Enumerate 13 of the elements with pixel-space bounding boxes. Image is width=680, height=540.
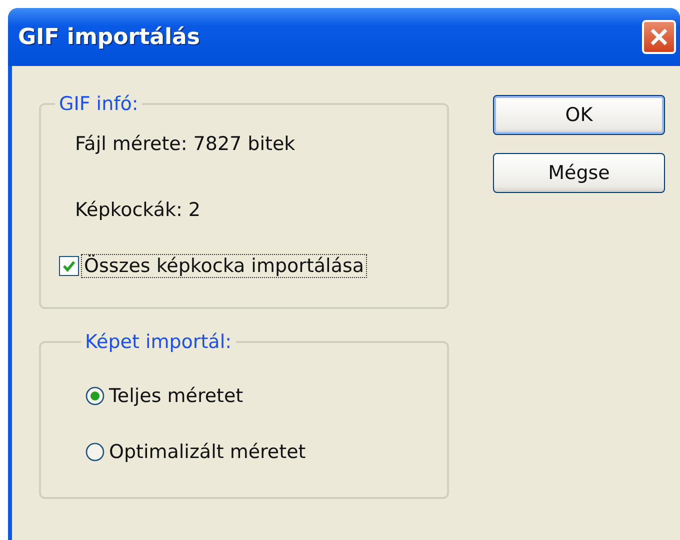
ok-button[interactable]: OK bbox=[493, 95, 665, 135]
size-radio-button[interactable]: Optimalizált méretet bbox=[85, 441, 306, 463]
frame-count-label: Képkockák: 2 bbox=[75, 199, 202, 221]
size-radio-button[interactable]: Teljes méretet bbox=[85, 385, 244, 407]
close-button[interactable] bbox=[642, 20, 676, 54]
file-size-label: Fájl mérete: 7827 bitek bbox=[75, 133, 296, 155]
cancel-button[interactable]: Mégse bbox=[493, 153, 665, 193]
window-title: GIF importálás bbox=[18, 24, 200, 50]
group-title: GIF infó: bbox=[58, 93, 140, 115]
import-all-checkbox[interactable]: Összes képkocka importálása bbox=[59, 255, 366, 277]
check-icon bbox=[62, 259, 76, 273]
close-icon bbox=[649, 27, 669, 47]
group-title: Képet importál: bbox=[84, 331, 232, 353]
